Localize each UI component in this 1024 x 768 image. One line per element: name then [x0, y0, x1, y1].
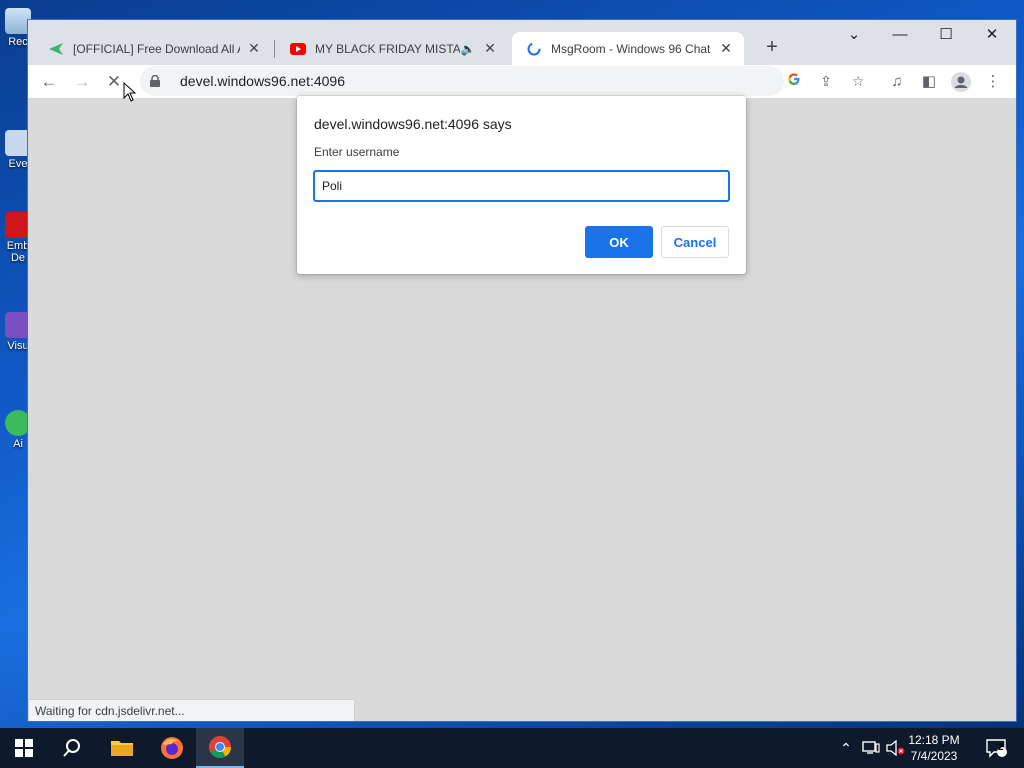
bluestacks-icon: [48, 41, 64, 57]
show-hidden-icons-chevron-icon[interactable]: ⌃: [836, 728, 856, 768]
notification-count-badge: 2: [998, 742, 1004, 753]
side-panel-icon[interactable]: ◧: [915, 68, 943, 96]
chrome-icon: [209, 736, 231, 758]
chrome-button[interactable]: [196, 728, 244, 768]
youtube-icon: [290, 41, 306, 57]
network-icon[interactable]: [860, 728, 882, 768]
minimize-button[interactable]: —: [877, 20, 923, 52]
folder-icon: [111, 741, 133, 756]
back-button[interactable]: ←: [35, 68, 63, 96]
close-tab-icon[interactable]: ✕: [718, 40, 734, 57]
search-button[interactable]: [48, 728, 96, 768]
notification-center-button[interactable]: 2: [978, 728, 1014, 768]
tab-title: [OFFICIAL] Free Download All Ai: [73, 41, 240, 56]
close-tab-icon[interactable]: ✕: [246, 40, 262, 57]
loading-spinner-icon: [526, 41, 542, 57]
tab-title: MY BLACK FRIDAY MISTAKE: [315, 41, 460, 56]
tab-bluestacks[interactable]: [OFFICIAL] Free Download All Ai ✕: [34, 32, 272, 65]
address-bar[interactable]: devel.windows96.net:4096: [140, 66, 784, 96]
firefox-button[interactable]: [148, 728, 196, 768]
tab-separator: [274, 40, 275, 58]
tab-youtube[interactable]: MY BLACK FRIDAY MISTAKE 🔈 ✕: [276, 32, 508, 65]
taskbar: ⌃ 12:18 PM 7/4/2023 2: [0, 728, 1024, 768]
tab-search-chevron-icon[interactable]: ⌄: [831, 20, 877, 52]
speaker-audio-icon[interactable]: 🔈: [460, 42, 476, 56]
close-tab-icon[interactable]: ✕: [482, 40, 498, 57]
clock-time: 12:18 PM: [908, 733, 960, 747]
cancel-button[interactable]: Cancel: [661, 226, 729, 258]
ok-button[interactable]: OK: [585, 226, 653, 258]
search-icon: [63, 739, 80, 757]
prompt-dialog: devel.windows96.net:4096 says Enter user…: [297, 96, 746, 274]
maximize-button[interactable]: ☐: [923, 20, 969, 52]
google-lens-icon[interactable]: [783, 70, 805, 92]
tab-msgroom[interactable]: MsgRoom - Windows 96 Chat ✕: [512, 32, 744, 65]
dialog-title: devel.windows96.net:4096 says: [314, 116, 512, 132]
firefox-icon: [161, 737, 183, 759]
lock-icon[interactable]: [150, 74, 164, 88]
tab-title: MsgRoom - Windows 96 Chat: [551, 41, 711, 56]
mouse-cursor-icon: [123, 82, 137, 102]
new-tab-button[interactable]: +: [758, 34, 786, 62]
navigation-toolbar: ← → ✕ devel.windows96.net:4096 ⇪ ☆ ♫ ◧ ⋮: [28, 65, 1016, 98]
url-text: devel.windows96.net:4096: [180, 73, 346, 89]
system-clock[interactable]: 12:18 PM 7/4/2023: [904, 732, 964, 764]
forward-button[interactable]: →: [68, 68, 96, 96]
share-icon[interactable]: ⇪: [815, 70, 837, 92]
tab-strip: [OFFICIAL] Free Download All Ai ✕ MY BLA…: [28, 20, 1016, 65]
bookmark-star-icon[interactable]: ☆: [847, 70, 869, 92]
media-control-icon[interactable]: ♫: [883, 68, 911, 96]
start-button[interactable]: [0, 728, 48, 768]
profile-avatar-icon[interactable]: [947, 68, 975, 96]
username-input[interactable]: [313, 170, 730, 202]
clock-date: 7/4/2023: [910, 749, 958, 763]
file-explorer-button[interactable]: [98, 728, 146, 768]
windows-logo-icon: [15, 739, 33, 757]
dialog-message: Enter username: [314, 145, 400, 159]
menu-kebab-icon[interactable]: ⋮: [979, 68, 1007, 96]
status-bubble: Waiting for cdn.jsdelivr.net...: [28, 699, 355, 721]
close-window-button[interactable]: ✕: [969, 20, 1015, 52]
